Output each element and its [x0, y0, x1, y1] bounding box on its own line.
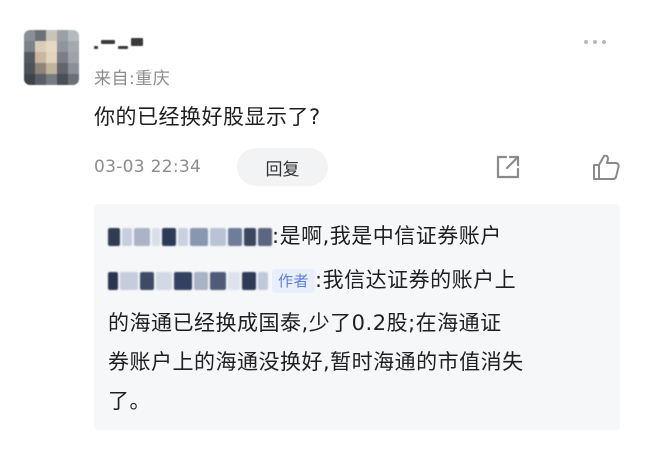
- comment-text: 你的已经换好股显示了?: [94, 105, 321, 129]
- reply-line-2: 作者:我信达证券的账户上: [108, 266, 516, 294]
- reply-line-5: 了。: [108, 389, 151, 413]
- more-options-button[interactable]: [584, 40, 606, 44]
- thumbs-up-icon[interactable]: [591, 152, 621, 182]
- reply-text-line-2: :我信达证券的账户上: [315, 268, 517, 292]
- share-icon[interactable]: [494, 153, 522, 181]
- reply-button[interactable]: 回复: [237, 148, 328, 186]
- comment-timestamp: 03-03 22:34: [94, 157, 202, 177]
- more-icon: [584, 40, 588, 44]
- reply-text-line-1: :是啊,我是中信证券账户: [272, 224, 502, 248]
- reply-line-3: 的海通已经换成国泰,少了0.2股;在海通证: [108, 311, 502, 335]
- replier-name[interactable]: [108, 226, 272, 248]
- commenter-location: 来自:重庆: [94, 69, 171, 89]
- avatar[interactable]: [24, 30, 79, 85]
- username[interactable]: [94, 32, 143, 52]
- reply-line-1: :是啊,我是中信证券账户: [108, 222, 502, 250]
- author-name[interactable]: [108, 270, 268, 292]
- reply-line-4: 券账户上的海通没换好,暂时海通的市值消失: [108, 350, 524, 374]
- author-badge: 作者: [272, 269, 316, 293]
